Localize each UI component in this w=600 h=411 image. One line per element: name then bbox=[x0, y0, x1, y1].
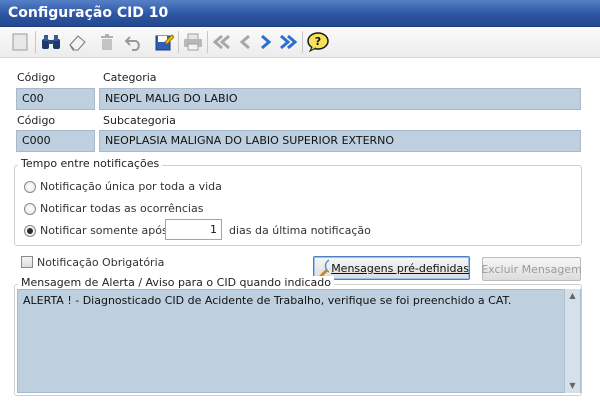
codigo-label: Código bbox=[17, 71, 56, 84]
predefined-messages-button[interactable]: Mensagens pré-definidas bbox=[313, 256, 470, 280]
scroll-up-icon[interactable]: ▲ bbox=[565, 289, 580, 303]
message-scrollbar[interactable]: ▲ ▼ bbox=[564, 289, 580, 393]
edit-save-icon[interactable] bbox=[153, 31, 175, 53]
scroll-down-icon[interactable]: ▼ bbox=[565, 379, 580, 393]
window-title-bar: Configuração CID 10 bbox=[0, 0, 600, 27]
previous-record-icon[interactable] bbox=[234, 31, 256, 53]
radio-button[interactable] bbox=[24, 180, 36, 193]
predefined-messages-label: Mensagens pré-definidas bbox=[331, 261, 469, 275]
delete-message-label: Excluir Mensagem bbox=[481, 262, 582, 276]
undo-icon[interactable] bbox=[123, 31, 145, 53]
radio-label: Notificar todas as ocorrências bbox=[40, 202, 204, 215]
radio-only-after[interactable]: Notificar somente após bbox=[24, 224, 168, 237]
categoria-label: Categoria bbox=[103, 71, 157, 84]
radio-once-per-life[interactable]: Notificação única por toda a vida bbox=[24, 180, 222, 193]
toolbar-separator bbox=[178, 31, 179, 53]
print-icon[interactable] bbox=[182, 31, 204, 53]
window-title: Configuração CID 10 bbox=[8, 5, 169, 21]
subcategoria-code-field[interactable]: C000 bbox=[16, 130, 95, 152]
radio-label: Notificar somente após bbox=[40, 224, 168, 237]
last-record-icon[interactable] bbox=[277, 31, 299, 53]
next-record-icon[interactable] bbox=[255, 31, 277, 53]
days-suffix-label: dias da última notificação bbox=[229, 224, 371, 237]
alert-message-title: Mensagem de Alerta / Aviso para o CID qu… bbox=[18, 276, 334, 289]
toolbar: ? bbox=[0, 27, 600, 58]
radio-all-occurrences[interactable]: Notificar todas as ocorrências bbox=[24, 202, 203, 215]
subcategoria-label: Subcategoria bbox=[103, 114, 176, 127]
search-binoculars-icon[interactable] bbox=[40, 31, 62, 53]
help-icon[interactable]: ? bbox=[307, 31, 329, 53]
categoria-code-field[interactable]: C00 bbox=[16, 88, 95, 110]
categoria-field[interactable]: NEOPL MALIG DO LABIO bbox=[99, 88, 581, 110]
toolbar-separator bbox=[207, 31, 208, 53]
mandatory-checkbox[interactable] bbox=[21, 256, 33, 268]
notification-timing-title: Tempo entre notificações bbox=[18, 157, 163, 170]
radio-button-selected[interactable] bbox=[24, 224, 36, 237]
eraser-icon[interactable] bbox=[66, 31, 88, 53]
new-record-icon[interactable] bbox=[9, 31, 31, 53]
toolbar-separator bbox=[302, 31, 303, 53]
radio-button[interactable] bbox=[24, 202, 36, 215]
toolbar-separator bbox=[35, 31, 36, 53]
svg-text:?: ? bbox=[315, 35, 321, 48]
first-record-icon[interactable] bbox=[211, 31, 233, 53]
days-input[interactable] bbox=[165, 219, 222, 240]
radio-label: Notificação única por toda a vida bbox=[40, 180, 222, 193]
delete-trash-icon[interactable] bbox=[96, 31, 118, 53]
mandatory-label: Notificação Obrigatória bbox=[37, 256, 165, 269]
delete-message-button[interactable]: Excluir Mensagem bbox=[481, 257, 582, 281]
subcategoria-field[interactable]: NEOPLASIA MALIGNA DO LABIO SUPERIOR EXTE… bbox=[99, 130, 581, 152]
alert-message-textarea[interactable]: ALERTA ! - Diagnosticado CID de Acidente… bbox=[17, 289, 581, 393]
codigo-sub-label: Código bbox=[17, 114, 56, 127]
alert-message-text: ALERTA ! - Diagnosticado CID de Acidente… bbox=[23, 294, 512, 307]
